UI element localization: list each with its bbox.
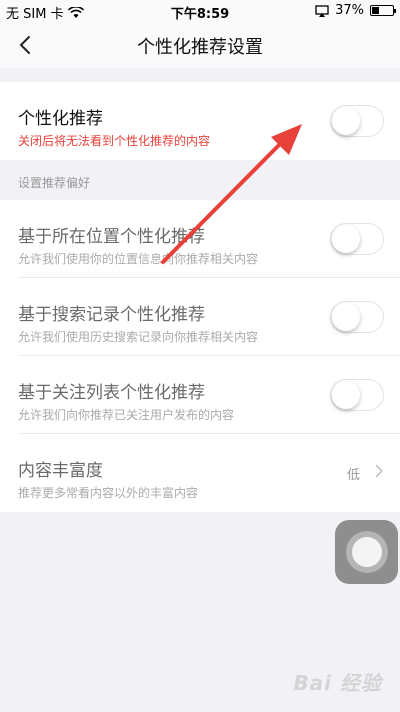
search-history-recommendation-toggle[interactable]: [330, 301, 384, 333]
nav-bar: 个性化推荐设置: [0, 22, 400, 68]
location-recommendation-row: 基于所在位置个性化推荐 允许我们使用你的位置信息向你推荐相关内容: [0, 200, 400, 278]
battery-fill: [372, 7, 379, 14]
watermark: Bai 经验: [293, 671, 382, 695]
search-history-recommendation-row: 基于搜索记录个性化推荐 允许我们使用历史搜索记录向你推荐相关内容: [0, 278, 400, 356]
row-subtitle: 允许我们使用历史搜索记录向你推荐相关内容: [18, 330, 259, 344]
chevron-right-icon: [375, 464, 384, 478]
follow-list-recommendation-toggle[interactable]: [330, 379, 384, 411]
content-richness-row[interactable]: 内容丰富度 推荐更多常看内容以外的丰富内容 低: [0, 434, 400, 512]
row-title: 内容丰富度: [18, 461, 103, 481]
main-toggle-card: 个性化推荐 关闭后将无法看到个性化推荐的内容: [0, 82, 400, 160]
row-subtitle: 推荐更多常看内容以外的丰富内容: [18, 486, 199, 500]
follow-list-recommendation-row: 基于关注列表个性化推荐 允许我们向你推荐已关注用户发布的内容: [0, 356, 400, 434]
toggle-knob: [332, 107, 360, 135]
assistive-touch-button[interactable]: [335, 520, 398, 584]
row-title: 基于关注列表个性化推荐: [18, 383, 205, 403]
personalized-recommendation-toggle[interactable]: [330, 105, 384, 137]
row-subtitle: 允许我们向你推荐已关注用户发布的内容: [18, 408, 235, 422]
toggle-knob: [332, 381, 360, 409]
battery-icon: [370, 5, 396, 16]
row-title: 个性化推荐: [18, 109, 103, 129]
page-title: 个性化推荐设置: [137, 37, 263, 58]
row-title: 基于所在位置个性化推荐: [18, 227, 205, 247]
row-subtitle: 允许我们使用你的位置信息向你推荐相关内容: [18, 252, 259, 266]
richness-value: 低: [346, 468, 360, 483]
toggle-knob: [332, 225, 360, 253]
status-bar: 无 SIM 卡 下午8:59 37%: [0, 0, 400, 22]
personalized-recommendation-row: 个性化推荐 关闭后将无法看到个性化推荐的内容: [0, 82, 400, 160]
row-title: 基于搜索记录个性化推荐: [18, 305, 205, 325]
status-right: 37%: [315, 3, 396, 18]
section-header: 设置推荐偏好: [18, 176, 91, 190]
screen-mirroring-icon: [315, 4, 329, 17]
assistive-touch-core: [352, 537, 382, 567]
row-warning: 关闭后将无法看到个性化推荐的内容: [18, 134, 211, 148]
toggle-knob: [332, 303, 360, 331]
location-recommendation-toggle[interactable]: [330, 223, 384, 255]
battery-percent: 37%: [335, 3, 364, 18]
preferences-card: 基于所在位置个性化推荐 允许我们使用你的位置信息向你推荐相关内容 基于搜索记录个…: [0, 200, 400, 512]
